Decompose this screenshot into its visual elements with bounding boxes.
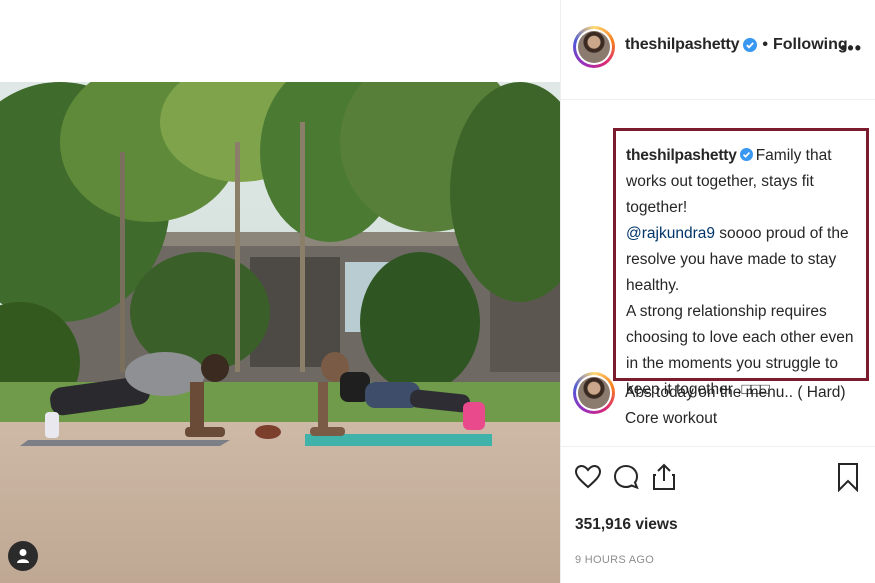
post-media-area [0, 0, 560, 583]
caption-username[interactable]: theshilpashetty [626, 147, 737, 164]
avatar-image [578, 31, 610, 63]
avatar[interactable] [573, 26, 615, 68]
verified-badge-icon [739, 148, 753, 161]
verified-badge-icon [743, 38, 758, 52]
more-options-icon[interactable]: ••• [840, 38, 862, 59]
workout-photo-illustration [0, 82, 560, 583]
user-tag-icon[interactable] [8, 541, 38, 571]
mention-link[interactable]: @rajkundra9 [626, 225, 715, 242]
post-header: theshilpashetty • Following ••• [561, 0, 875, 100]
post-photo[interactable] [0, 82, 560, 583]
action-bar [575, 462, 677, 492]
comment-avatar-frame [576, 375, 612, 411]
divider [561, 446, 875, 447]
post-side-panel: theshilpashetty • Following ••• theshilp… [560, 0, 875, 583]
comment-avatar[interactable] [573, 372, 615, 414]
comment-avatar-image [578, 377, 610, 409]
caption-highlight-box: theshilpashetty Family that works out tog… [613, 128, 869, 398]
post-timestamp[interactable]: 9 HOURS AGO [575, 554, 654, 566]
view-count[interactable]: 351,916 views [575, 516, 678, 534]
share-icon[interactable] [651, 462, 677, 492]
comment-text: Abs today on the menu.. ( Hard) Core wor… [625, 384, 846, 427]
following-button[interactable]: Following [773, 36, 848, 54]
avatar-frame [576, 29, 612, 65]
heart-icon[interactable] [575, 462, 601, 492]
header-row: theshilpashetty • Following [625, 36, 848, 54]
comment-icon[interactable] [613, 462, 639, 492]
bookmark-icon[interactable] [837, 462, 859, 493]
separator-dot: • [762, 36, 768, 53]
username-link[interactable]: theshilpashetty [625, 36, 740, 54]
